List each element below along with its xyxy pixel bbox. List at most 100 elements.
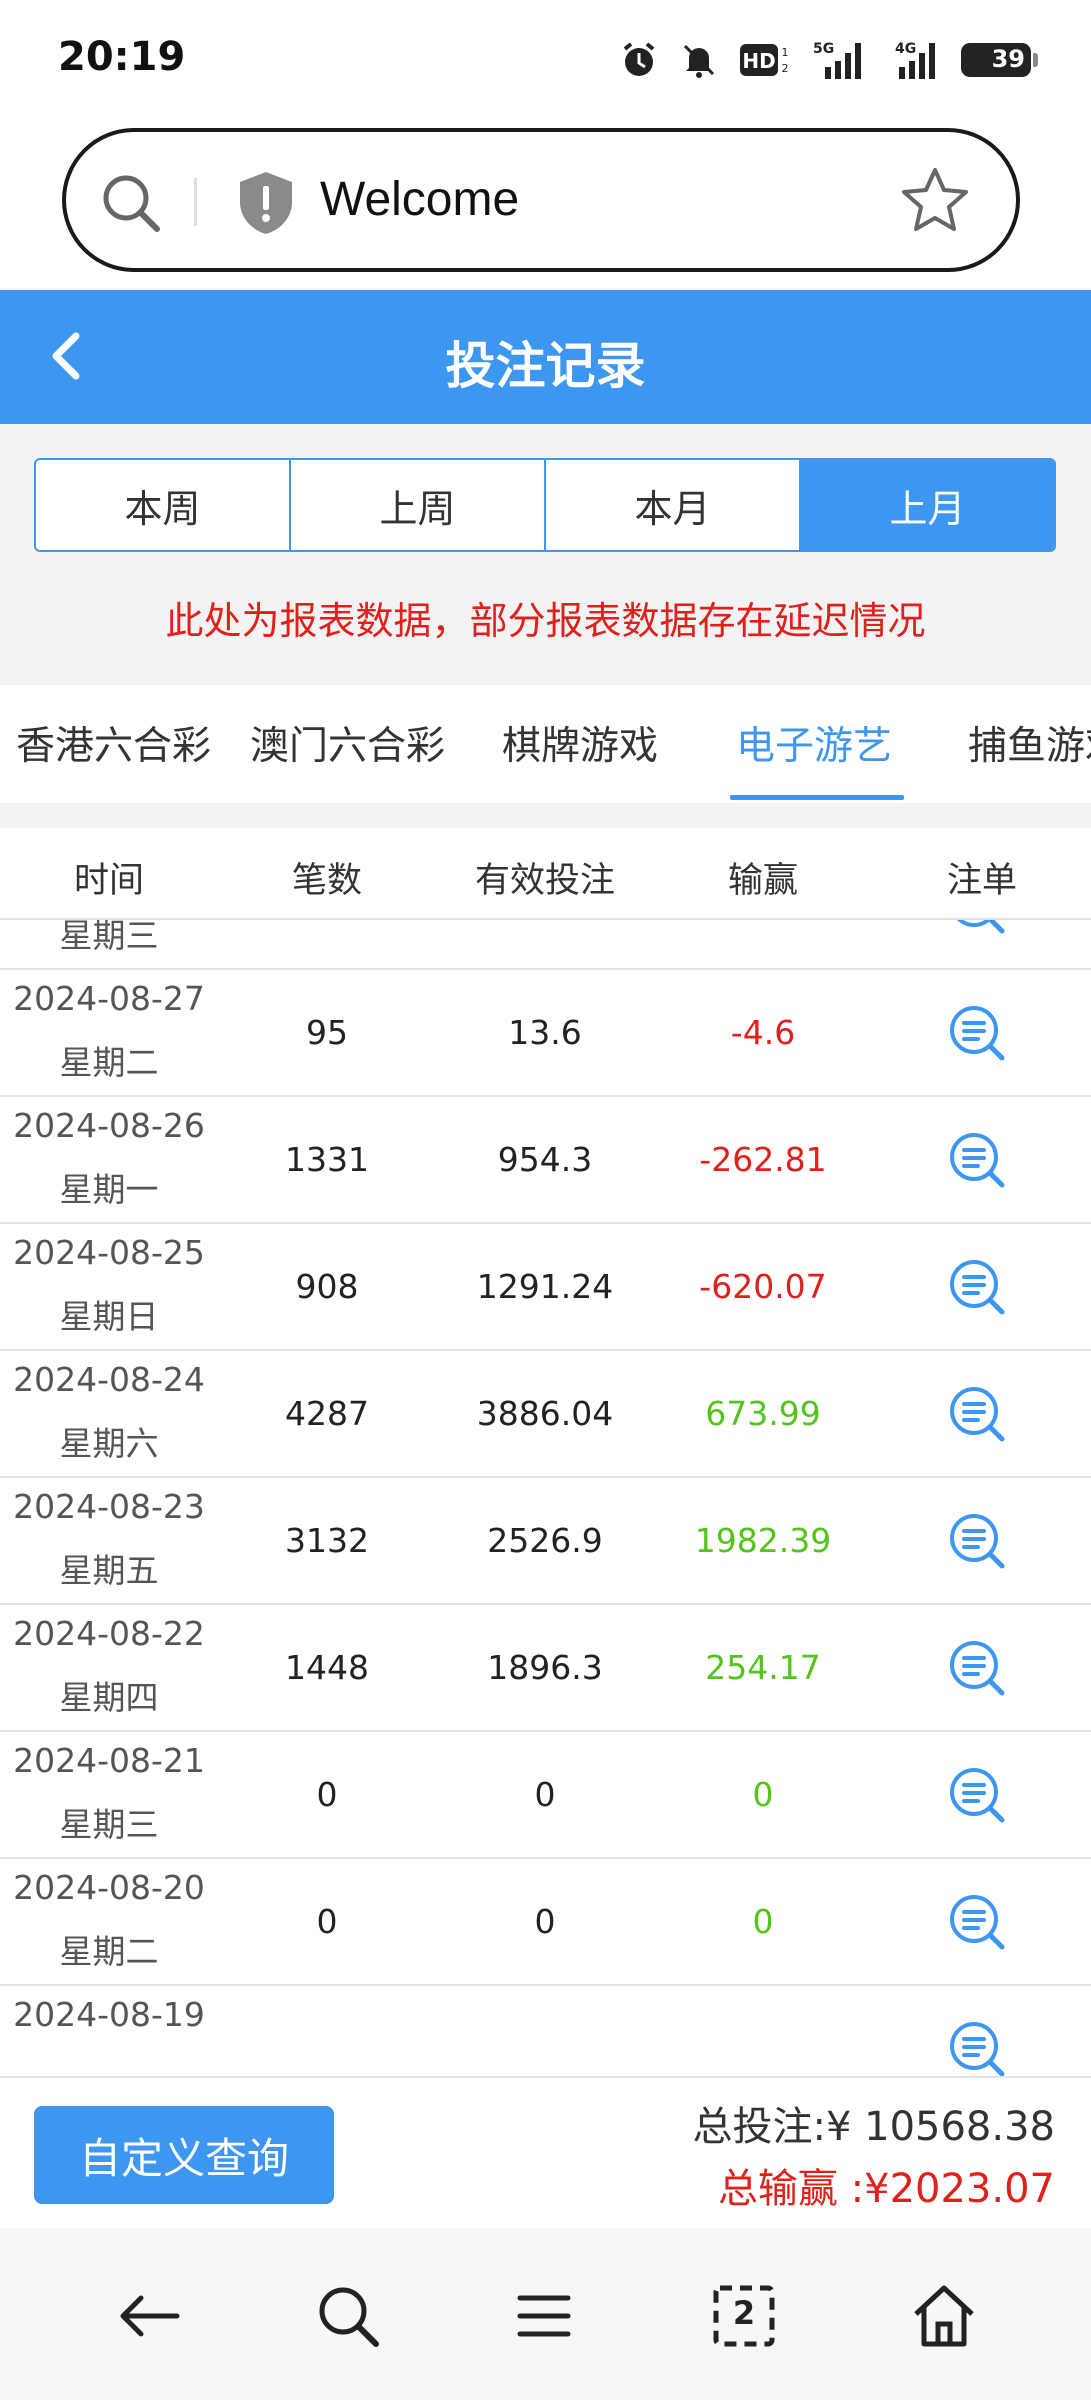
address-text[interactable]: Welcome bbox=[320, 172, 519, 227]
total-bet: 总投注:¥ 10568.38 bbox=[692, 2104, 1056, 2150]
table-row: 2024-08-24 星期六 4287 3886.04 673.99 bbox=[0, 1351, 1091, 1478]
detail-search-icon[interactable] bbox=[946, 920, 1010, 939]
column-header-count: 笔数 bbox=[291, 861, 362, 901]
detail-search-icon[interactable] bbox=[946, 1002, 1010, 1066]
browser-bottom-nav: 2 bbox=[0, 2228, 1091, 2400]
row-weekday: 星期日 bbox=[59, 1297, 159, 1336]
svg-text:5G: 5G bbox=[813, 41, 834, 57]
mute-bell-icon bbox=[683, 44, 715, 78]
row-count: 95 bbox=[306, 1013, 348, 1052]
shield-icon[interactable] bbox=[234, 168, 298, 238]
address-bar[interactable]: Welcome bbox=[62, 128, 1020, 272]
row-weekday: 星期二 bbox=[59, 1932, 159, 1971]
tab-macau-mark-six[interactable]: 澳门六合彩 bbox=[250, 715, 445, 771]
table-row: 2024-08-27 星期二 95 13.6 -4.6 bbox=[0, 970, 1091, 1097]
row-valid-bet: 954.3 bbox=[497, 1140, 593, 1179]
row-date: 2024-08-24 bbox=[13, 1360, 205, 1399]
row-count: 3132 bbox=[285, 1521, 369, 1560]
row-date: 2024-08-23 bbox=[13, 1487, 205, 1526]
row-date: 2024-08-20 bbox=[13, 1868, 205, 1907]
table-header: 时间 笔数 有效投注 输赢 注单 bbox=[0, 828, 1091, 920]
star-icon[interactable] bbox=[898, 164, 972, 238]
column-header-win-loss: 输赢 bbox=[727, 861, 798, 901]
period-last-week[interactable]: 上周 bbox=[291, 460, 546, 550]
column-header-valid-bet: 有效投注 bbox=[474, 861, 615, 901]
svg-text:1: 1 bbox=[782, 46, 789, 59]
detail-search-icon[interactable] bbox=[946, 2018, 1010, 2076]
browser-toolbar: Welcome bbox=[0, 118, 1091, 290]
detail-search-icon[interactable] bbox=[946, 1129, 1010, 1193]
search-icon[interactable] bbox=[96, 168, 166, 238]
tab-board-games[interactable]: 棋牌游戏 bbox=[502, 715, 658, 771]
detail-search-icon[interactable] bbox=[946, 1256, 1010, 1320]
row-count: 908 bbox=[295, 1267, 359, 1306]
row-valid-bet: 2526.9 bbox=[487, 1521, 603, 1560]
detail-search-icon[interactable] bbox=[946, 1510, 1010, 1574]
row-count: 4287 bbox=[285, 1394, 369, 1433]
game-tabs: 香港六合彩 澳门六合彩 棋牌游戏 电子游艺 捕鱼游戏 bbox=[0, 685, 1091, 803]
column-header-details: 注单 bbox=[946, 861, 1017, 901]
hd-icon: HD 1 2 bbox=[740, 44, 789, 76]
detail-search-icon[interactable] bbox=[946, 1383, 1010, 1447]
row-date: 2024-08-21 bbox=[13, 1741, 205, 1780]
tab-fishing-games[interactable]: 捕鱼游戏 bbox=[968, 715, 1091, 771]
total-win-loss: 总输赢 :¥2023.07 bbox=[717, 2166, 1055, 2212]
row-valid-bet: 0 bbox=[436, 920, 654, 922]
row-weekday: 星期二 bbox=[59, 1043, 159, 1082]
home-icon[interactable] bbox=[908, 2280, 980, 2352]
row-count: 0 bbox=[316, 1775, 338, 1814]
row-win-loss: 0 bbox=[752, 1775, 774, 1814]
row-win-loss: -262.81 bbox=[699, 1140, 827, 1179]
active-tab-indicator bbox=[730, 795, 904, 800]
back-arrow-icon[interactable] bbox=[113, 2280, 185, 2352]
page: 20:19 HD 1 2 5G 4G 39 Welcome 投注记录 本周 上周 本… bbox=[0, 0, 1091, 2400]
summary-bar: 自定义查询 总投注:¥ 10568.38 总输赢 :¥2023.07 bbox=[0, 2076, 1091, 2228]
period-this-week[interactable]: 本周 bbox=[36, 460, 291, 550]
custom-query-button[interactable]: 自定义查询 bbox=[34, 2106, 334, 2204]
page-title: 投注记录 bbox=[445, 337, 646, 395]
row-weekday: 星期六 bbox=[59, 1424, 159, 1463]
row-date: 2024-08-25 bbox=[13, 1233, 205, 1272]
tab-hk-mark-six[interactable]: 香港六合彩 bbox=[16, 715, 211, 771]
table-row: 2024-08-26 星期一 1331 954.3 -262.81 bbox=[0, 1097, 1091, 1224]
svg-text:HD: HD bbox=[742, 49, 775, 73]
row-valid-bet: 0 bbox=[534, 1775, 556, 1814]
tab-slot-games[interactable]: 电子游艺 bbox=[736, 715, 892, 771]
row-date: 2024-08-26 bbox=[13, 1106, 205, 1145]
row-win-loss: 1982.39 bbox=[694, 1521, 832, 1560]
row-win-loss: 0 bbox=[654, 920, 872, 922]
row-weekday: 星期三 bbox=[59, 920, 159, 955]
4g-signal-icon: 4G bbox=[895, 41, 935, 79]
search-icon[interactable] bbox=[312, 2280, 384, 2352]
period-last-month[interactable]: 上月 bbox=[801, 460, 1054, 550]
period-selector: 本周 上周 本月 上月 bbox=[34, 458, 1056, 552]
row-count: 1448 bbox=[285, 1648, 369, 1687]
alarm-icon bbox=[623, 42, 655, 76]
battery-level: 39 bbox=[991, 45, 1025, 73]
notice-text: 此处为报表数据，部分报表数据存在延迟情况 bbox=[165, 599, 926, 643]
table-row: 2024-08-22 星期四 1448 1896.3 254.17 bbox=[0, 1605, 1091, 1732]
svg-text:4G: 4G bbox=[895, 41, 916, 57]
row-win-loss: 254.17 bbox=[705, 1648, 821, 1687]
menu-icon[interactable] bbox=[508, 2280, 580, 2352]
row-weekday: 星期一 bbox=[59, 1170, 159, 1209]
detail-search-icon[interactable] bbox=[946, 1891, 1010, 1955]
table-row: 2024-08-23 星期五 3132 2526.9 1982.39 bbox=[0, 1478, 1091, 1605]
tab-count: 2 bbox=[732, 2294, 756, 2332]
row-win-loss: 0 bbox=[752, 1902, 774, 1941]
row-win-loss: -620.07 bbox=[699, 1267, 827, 1306]
row-count: 0 bbox=[316, 1902, 338, 1941]
column-header-time: 时间 bbox=[73, 861, 144, 901]
table-row: 2024-08-25 星期日 908 1291.24 -620.07 bbox=[0, 1224, 1091, 1351]
tabs-icon[interactable]: 2 bbox=[708, 2280, 780, 2352]
table-row: 2024-08-28星期三000 bbox=[0, 920, 1091, 970]
row-count: 0 bbox=[218, 920, 436, 922]
table-body[interactable]: 2024-08-28星期三0002024-08-27星期二9513.6-4.62… bbox=[0, 920, 1091, 2076]
table-row: 2024-08-19 bbox=[0, 1986, 1091, 2076]
records-table: 时间 笔数 有效投注 输赢 注单 2024-08-28星期三0002024-08… bbox=[0, 828, 1091, 2076]
table-row: 2024-08-21 星期三 0 0 0 bbox=[0, 1732, 1091, 1859]
detail-search-icon[interactable] bbox=[946, 1764, 1010, 1828]
period-this-month[interactable]: 本月 bbox=[546, 460, 801, 550]
row-valid-bet: 1291.24 bbox=[476, 1267, 614, 1306]
detail-search-icon[interactable] bbox=[946, 1637, 1010, 1701]
